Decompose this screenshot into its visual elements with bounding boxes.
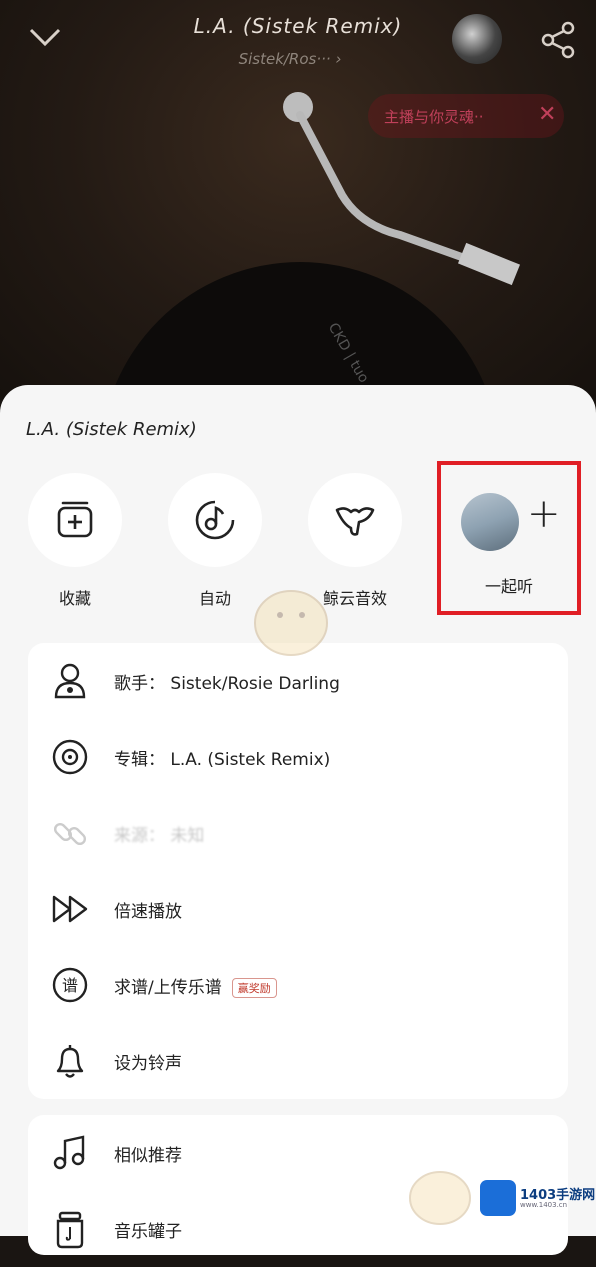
similar-icon — [53, 1135, 85, 1170]
jar-icon — [56, 1211, 84, 1249]
link-icon — [53, 822, 87, 846]
auto-music-icon — [195, 500, 235, 540]
reward-badge: 赢奖励 — [231, 978, 277, 998]
collect-label: 收藏 — [58, 589, 91, 608]
watermark-mascot-small-icon — [409, 1171, 471, 1225]
ringtone-text: 设为铃声 — [114, 1054, 182, 1074]
bell-icon — [56, 1045, 84, 1078]
watermark-logo-icon — [480, 1180, 516, 1216]
menu-row-album[interactable]: 专辑： L.A. (Sistek Remix) — [28, 719, 568, 795]
song-artist-link[interactable]: Sistek/Ros··· › — [200, 50, 380, 68]
album-text: 专辑： L.A. (Sistek Remix) — [114, 750, 331, 770]
player-header: L.A. (Sistek Remix) Sistek/Ros··· › — [0, 0, 596, 90]
listen-together-label: 一起听 — [484, 577, 533, 596]
score-text: 求谱/上传乐谱 赢奖励 — [114, 973, 277, 998]
speed-text: 倍速播放 — [114, 902, 182, 922]
watermark-mascot-icon — [254, 590, 328, 656]
singer-icon — [54, 663, 86, 699]
whale-sound-icon — [335, 507, 375, 536]
collect-button[interactable]: 收藏 — [15, 473, 135, 609]
song-title: L.A. (Sistek Remix) — [193, 14, 403, 38]
listen-together-button[interactable]: + 一起听 — [437, 461, 581, 615]
sheet-song-title: L.A. (Sistek Remix) — [26, 419, 197, 440]
svg-text:谱: 谱 — [62, 976, 78, 995]
menu-row-source: 来源： 未知 — [28, 795, 568, 871]
singer-text: 歌手： Sistek/Rosie Darling — [114, 674, 340, 694]
speed-icon — [52, 895, 88, 923]
score-icon: 谱 — [52, 967, 88, 1003]
user-avatar[interactable] — [452, 14, 502, 64]
song-info-card: 歌手： Sistek/Rosie Darling 专辑： L.A. (Siste… — [28, 643, 568, 1099]
menu-row-ringtone[interactable]: 设为铃声 — [28, 1023, 568, 1099]
score-label: 求谱/上传乐谱 — [114, 978, 222, 998]
chevron-down-icon[interactable] — [28, 22, 62, 52]
listen-together-avatar — [461, 493, 519, 551]
menu-row-speed[interactable]: 倍速播放 — [28, 871, 568, 947]
watermark-url: www.1403.cn — [520, 1201, 568, 1209]
close-icon[interactable]: ✕ — [538, 102, 556, 127]
similar-text: 相似推荐 — [114, 1146, 182, 1166]
jar-text: 音乐罐子 — [114, 1222, 182, 1242]
source-text: 来源： 未知 — [114, 826, 205, 846]
album-icon — [52, 739, 88, 775]
collect-add-icon — [57, 501, 93, 538]
plus-icon: + — [527, 491, 561, 537]
more-options-sheet: L.A. (Sistek Remix) 收藏 自动 鲸云音效 + 一起听 歌手：… — [0, 385, 596, 1255]
share-icon[interactable] — [538, 20, 578, 60]
menu-row-score[interactable]: 谱 求谱/上传乐谱 赢奖励 — [28, 947, 568, 1023]
